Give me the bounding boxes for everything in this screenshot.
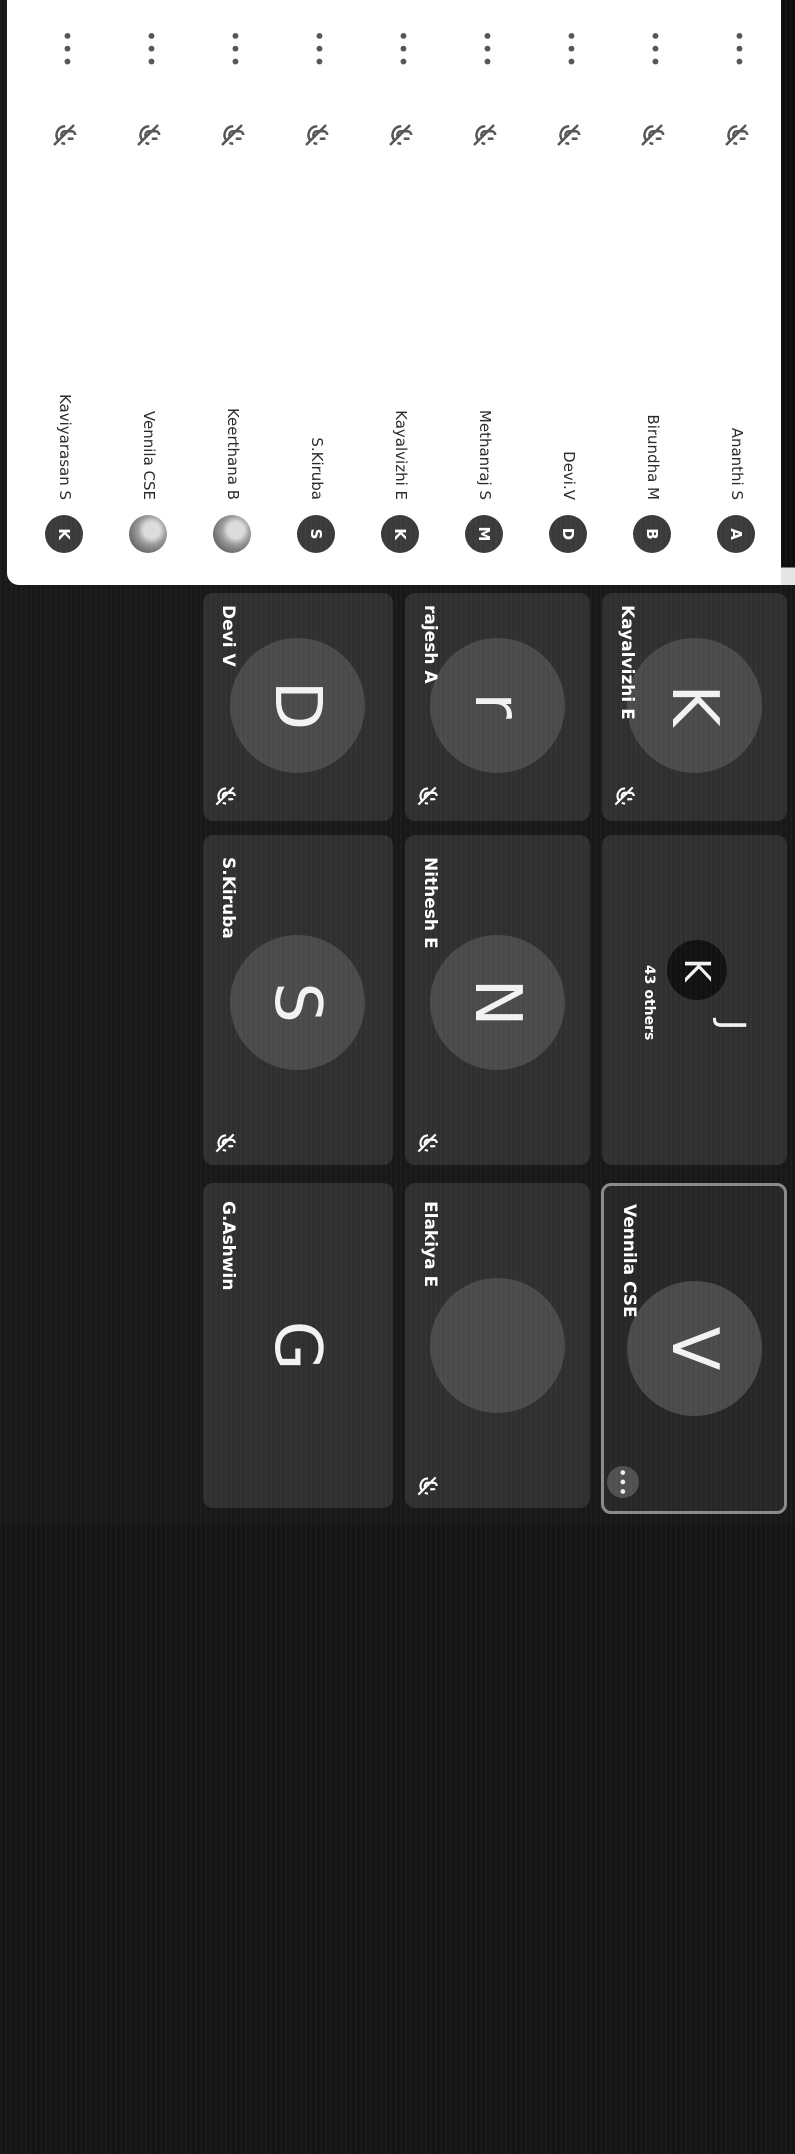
more-options-button[interactable]: ••• <box>643 30 667 68</box>
more-options-button[interactable]: ••• <box>559 30 583 68</box>
mic-off-icon <box>301 120 331 150</box>
tile-rajesh[interactable]: r rajesh A <box>405 593 590 821</box>
avatar-initial: K <box>381 515 419 553</box>
more-options-button[interactable]: ••• <box>223 30 247 68</box>
more-options-button[interactable]: ••• <box>307 30 331 68</box>
tile-ashwin[interactable]: G G.Ashwin <box>203 1183 393 1508</box>
avatar-initial: N <box>430 935 565 1070</box>
participant-name: Vennila CSE <box>140 410 158 500</box>
participant-name: Devi.V <box>560 451 578 500</box>
meeting-stage: A Ananthi S ••• B Birundha M ••• D Devi.V ••• M Me… <box>0 0 795 2154</box>
tile-kiruba[interactable]: S S.Kiruba <box>203 835 393 1165</box>
participant-name: S.Kiruba <box>308 437 326 500</box>
participant-name: S.Kiruba <box>218 857 238 939</box>
participant-row[interactable]: S S.Kiruba ••• <box>271 0 359 585</box>
participant-name: Keerthana B <box>224 407 242 500</box>
participant-row[interactable]: K Kayalvizhi E ••• <box>355 0 443 585</box>
avatar-initial: S <box>230 935 365 1070</box>
participant-row[interactable]: K Kaviyarasan S ••• <box>19 0 107 585</box>
more-options-button[interactable]: ••• <box>139 30 163 68</box>
participant-name: rajesh A <box>420 605 440 684</box>
participant-name: Kayalvizhi E <box>392 410 410 500</box>
tile-kayalvizhi[interactable]: K Kayalvizhi E <box>602 593 787 821</box>
avatar-initial: K <box>45 515 83 553</box>
tile-others[interactable]: J K 43 others <box>602 835 787 1165</box>
participant-name: Methanraj S <box>476 409 494 500</box>
participant-name: Birundha M <box>644 414 662 500</box>
mic-off-icon <box>417 1133 438 1153</box>
tile-nithesh[interactable]: N Nithesh E <box>405 835 590 1165</box>
participant-name: Kaviyarasan S <box>56 393 74 500</box>
participant-name: Ananthi S <box>728 427 746 500</box>
avatar-initial: B <box>633 515 671 553</box>
mic-off-icon <box>721 120 751 150</box>
participant-photo <box>213 515 251 553</box>
avatar-initial: J <box>711 1019 753 1031</box>
mic-off-icon <box>417 1476 438 1496</box>
mic-off-icon <box>637 120 667 150</box>
participant-photo <box>129 515 167 553</box>
participant-row[interactable]: D Devi.V ••• <box>523 0 611 585</box>
participant-name: Elakiya E <box>420 1201 440 1288</box>
more-options-button[interactable]: ••• <box>607 1466 639 1498</box>
mic-off-icon <box>49 120 79 150</box>
avatar-initial: r <box>430 638 565 773</box>
participant-name: G.Ashwin <box>218 1201 238 1291</box>
mic-off-icon <box>133 120 163 150</box>
bottom-strip <box>0 1525 795 2154</box>
avatar-initial: K <box>667 940 727 1000</box>
avatar-initial: D <box>549 515 587 553</box>
tile-vennila[interactable]: V Vennila CSE ••• <box>601 1183 787 1514</box>
mic-off-icon <box>614 786 635 806</box>
participant-name: Devi V <box>218 605 238 667</box>
avatar-initial: K <box>627 638 762 773</box>
mic-off-icon <box>215 1133 236 1153</box>
mic-off-icon <box>553 120 583 150</box>
more-options-button[interactable]: ••• <box>391 30 415 68</box>
others-count: 43 others <box>641 965 657 1041</box>
participant-row[interactable]: B Birundha M ••• <box>607 0 695 585</box>
mic-off-icon <box>417 786 438 806</box>
participant-name: Vennila CSE <box>619 1204 639 1318</box>
mic-off-icon <box>469 120 499 150</box>
more-options-button[interactable]: ••• <box>55 30 79 68</box>
panel-top-strip <box>781 0 795 585</box>
avatar-initial: M <box>465 515 503 553</box>
participant-row[interactable]: M Methanraj S ••• <box>439 0 527 585</box>
more-options-button[interactable]: ••• <box>475 30 499 68</box>
avatar-initial: V <box>627 1281 762 1416</box>
avatar-initial: G <box>230 1278 365 1413</box>
participant-row[interactable]: Vennila CSE ••• <box>103 0 191 585</box>
mic-off-icon <box>385 120 415 150</box>
mic-off-icon <box>215 786 236 806</box>
mic-off-icon <box>217 120 247 150</box>
participant-row[interactable]: Keerthana B ••• <box>187 0 275 585</box>
avatar-initial: D <box>230 638 365 773</box>
participant-name: Nithesh E <box>420 857 440 949</box>
participant-row[interactable]: A Ananthi S ••• <box>691 0 779 585</box>
avatar-initial: S <box>297 515 335 553</box>
participant-photo <box>430 1278 565 1413</box>
avatar-initial: A <box>717 515 755 553</box>
participants-panel: A Ananthi S ••• B Birundha M ••• D Devi.V ••• M Me… <box>7 0 795 585</box>
more-options-button[interactable]: ••• <box>727 30 751 68</box>
tile-devi[interactable]: D Devi V <box>203 593 393 821</box>
tile-elakiya[interactable]: Elakiya E <box>405 1183 590 1508</box>
participant-name: Kayalvizhi E <box>617 605 637 720</box>
